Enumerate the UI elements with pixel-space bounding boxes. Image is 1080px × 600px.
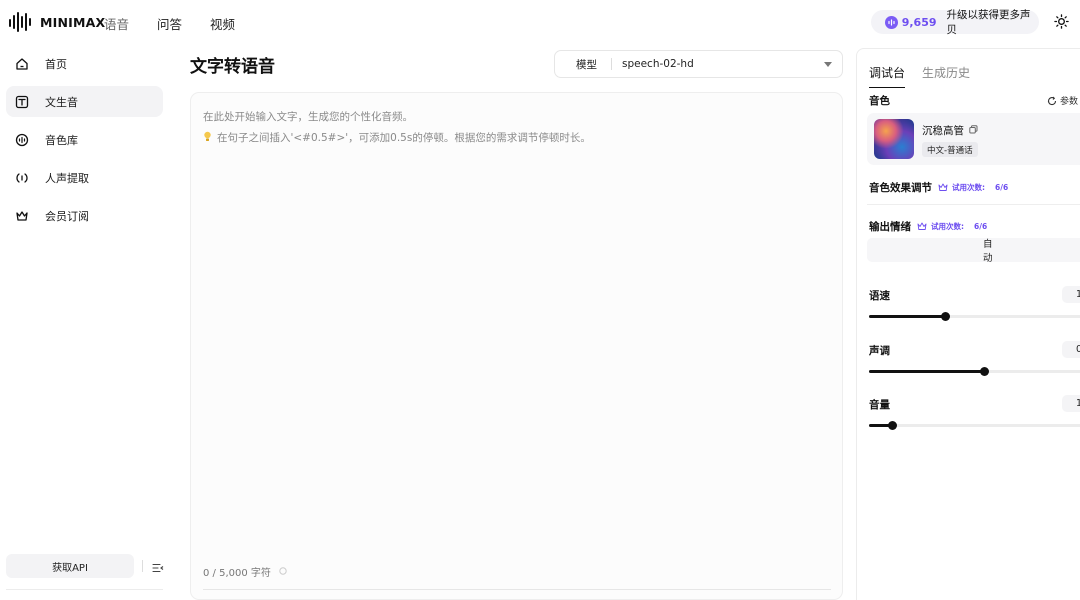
- slider-handle[interactable]: [888, 421, 897, 430]
- home-icon: [14, 56, 30, 72]
- editor-hint: 在句子之间插入'<#0.5#>'，可添加0.5s的停顿。根据您的需求调节停顿时长…: [203, 130, 591, 145]
- emotion-value: 自动: [983, 239, 993, 264]
- character-counter: 0 / 5,000 字符: [203, 564, 287, 579]
- sidebar-item-label: 音色库: [45, 133, 78, 147]
- reset-label: 参数: [1060, 97, 1079, 107]
- sidebar-item-voice-library[interactable]: 音色库: [6, 124, 163, 155]
- voice-effect-label-text: 音色效果调节: [869, 182, 932, 194]
- slider-handle[interactable]: [940, 312, 950, 321]
- voice-name-row: 沉稳高管: [922, 123, 978, 138]
- nav-video[interactable]: 视频: [210, 14, 235, 33]
- chevron-down-icon: [824, 62, 832, 67]
- tab-debug-console[interactable]: 调试台: [869, 64, 906, 88]
- speed-slider[interactable]: [869, 312, 1080, 321]
- trial-count: 6/6: [974, 222, 988, 231]
- sidebar-item-voice-extract[interactable]: 人声提取: [6, 162, 163, 193]
- copy-icon[interactable]: [969, 124, 978, 137]
- emotion-label-text: 输出情绪: [869, 221, 911, 233]
- sidebar-bottom-divider: [6, 589, 163, 590]
- voice-language-tag: 中文-普通话: [922, 142, 978, 157]
- emotion-select[interactable]: 自动: [867, 238, 1080, 264]
- credit-coin-icon: [885, 15, 898, 29]
- crown-icon: [938, 183, 948, 191]
- sidebar-item-home[interactable]: 首页: [6, 48, 163, 79]
- editor-divider: [203, 589, 831, 590]
- editor-placeholder: 在此处开始输入文字，生成您的个性化音频。: [203, 111, 413, 123]
- voice-card[interactable]: 沉稳高管 中文-普通话: [867, 113, 1080, 165]
- sidebar-item-label: 会员订阅: [45, 209, 89, 223]
- emotion-label: 输出情绪 试用次数: 6/6: [869, 219, 987, 234]
- volume-label: 音量: [869, 399, 890, 411]
- credits-upgrade-button[interactable]: 9,659 升级以获得更多声贝: [871, 9, 1039, 36]
- text-editor[interactable]: 在此处开始输入文字，生成您的个性化音频。 在句子之间插入'<#0.5#>'，可添…: [190, 92, 843, 600]
- trial-badge: 试用次数: 6/6: [917, 221, 987, 232]
- theme-toggle-sun-icon[interactable]: [1054, 14, 1069, 33]
- credits-count: 9,659: [901, 15, 937, 29]
- nav-speech[interactable]: 语音: [104, 14, 129, 33]
- voice-avatar: [874, 119, 914, 159]
- slider-fill: [869, 315, 945, 318]
- sidebar-divider: [142, 560, 143, 572]
- volume-value-input[interactable]: 1: [1062, 395, 1080, 412]
- crown-icon: [14, 208, 30, 224]
- pitch-value-input[interactable]: 0: [1062, 341, 1080, 358]
- get-api-button[interactable]: 获取API: [6, 554, 134, 578]
- logo-text: MINIMAX: [40, 14, 106, 30]
- minimax-logo[interactable]: MINIMAX: [8, 10, 105, 34]
- top-bar: MINIMAX 语音 问答 视频 9,659 升级以获得更多声贝: [0, 0, 1080, 44]
- trial-label: 试用次数:: [931, 222, 964, 231]
- voice-library-icon: [14, 132, 30, 148]
- model-label: 模型: [576, 58, 597, 71]
- reset-params-button[interactable]: 参数: [1047, 94, 1078, 107]
- model-select[interactable]: 模型 speech-02-hd: [554, 50, 843, 78]
- upgrade-label: 升级以获得更多声贝: [946, 9, 1031, 36]
- collapse-sidebar-icon[interactable]: [152, 559, 164, 578]
- section-divider: [867, 204, 1080, 205]
- sidebar: 首页 文生音 音色库 人声提取 会员订阅 获取API: [0, 44, 170, 600]
- voice-extract-icon: [14, 170, 30, 186]
- slider-fill: [869, 370, 984, 373]
- page-title: 文字转语音: [190, 57, 275, 77]
- model-value: speech-02-hd: [622, 58, 694, 70]
- voice-effect-label: 音色效果调节 试用次数: 6/6: [869, 180, 1008, 195]
- sidebar-item-membership[interactable]: 会员订阅: [6, 200, 163, 231]
- nav-qa[interactable]: 问答: [157, 14, 182, 33]
- settings-panel: 调试台 生成历史 音色 参数 沉稳高管 中文-普通话 音色效果调节 试用次数: …: [856, 48, 1080, 600]
- model-divider: [611, 58, 612, 70]
- sidebar-item-label: 人声提取: [45, 171, 89, 185]
- waveform-logo-icon: [9, 12, 31, 32]
- text-to-speech-icon: [14, 94, 30, 110]
- refresh-icon: [1047, 96, 1057, 105]
- crown-icon: [917, 222, 927, 230]
- volume-slider[interactable]: [869, 421, 1080, 430]
- panel-tabs: 调试台 生成历史: [869, 64, 987, 88]
- sidebar-item-label: 首页: [45, 57, 67, 71]
- trial-badge: 试用次数: 6/6: [938, 182, 1008, 193]
- editor-hint-text: 在句子之间插入'<#0.5#>'，可添加0.5s的停顿。根据您的需求调节停顿时长…: [217, 132, 591, 144]
- tab-generation-history[interactable]: 生成历史: [922, 64, 970, 88]
- speed-label: 语速: [869, 290, 890, 302]
- voice-section-label: 音色: [869, 95, 890, 107]
- trial-count: 6/6: [995, 183, 1009, 192]
- sidebar-item-label: 文生音: [45, 95, 78, 109]
- character-count: 0 / 5,000 字符: [203, 568, 271, 579]
- top-nav: 语音 问答 视频: [104, 14, 263, 33]
- pause-insert-icon[interactable]: [279, 566, 287, 577]
- voice-name: 沉稳高管: [922, 125, 964, 137]
- slider-handle[interactable]: [980, 367, 989, 376]
- pitch-label: 声调: [869, 345, 890, 357]
- sidebar-item-text-to-speech[interactable]: 文生音: [6, 86, 163, 117]
- trial-label: 试用次数:: [952, 183, 985, 192]
- speed-value-input[interactable]: 1: [1062, 286, 1080, 303]
- pitch-slider[interactable]: [869, 367, 1080, 376]
- lightbulb-icon: [203, 131, 212, 145]
